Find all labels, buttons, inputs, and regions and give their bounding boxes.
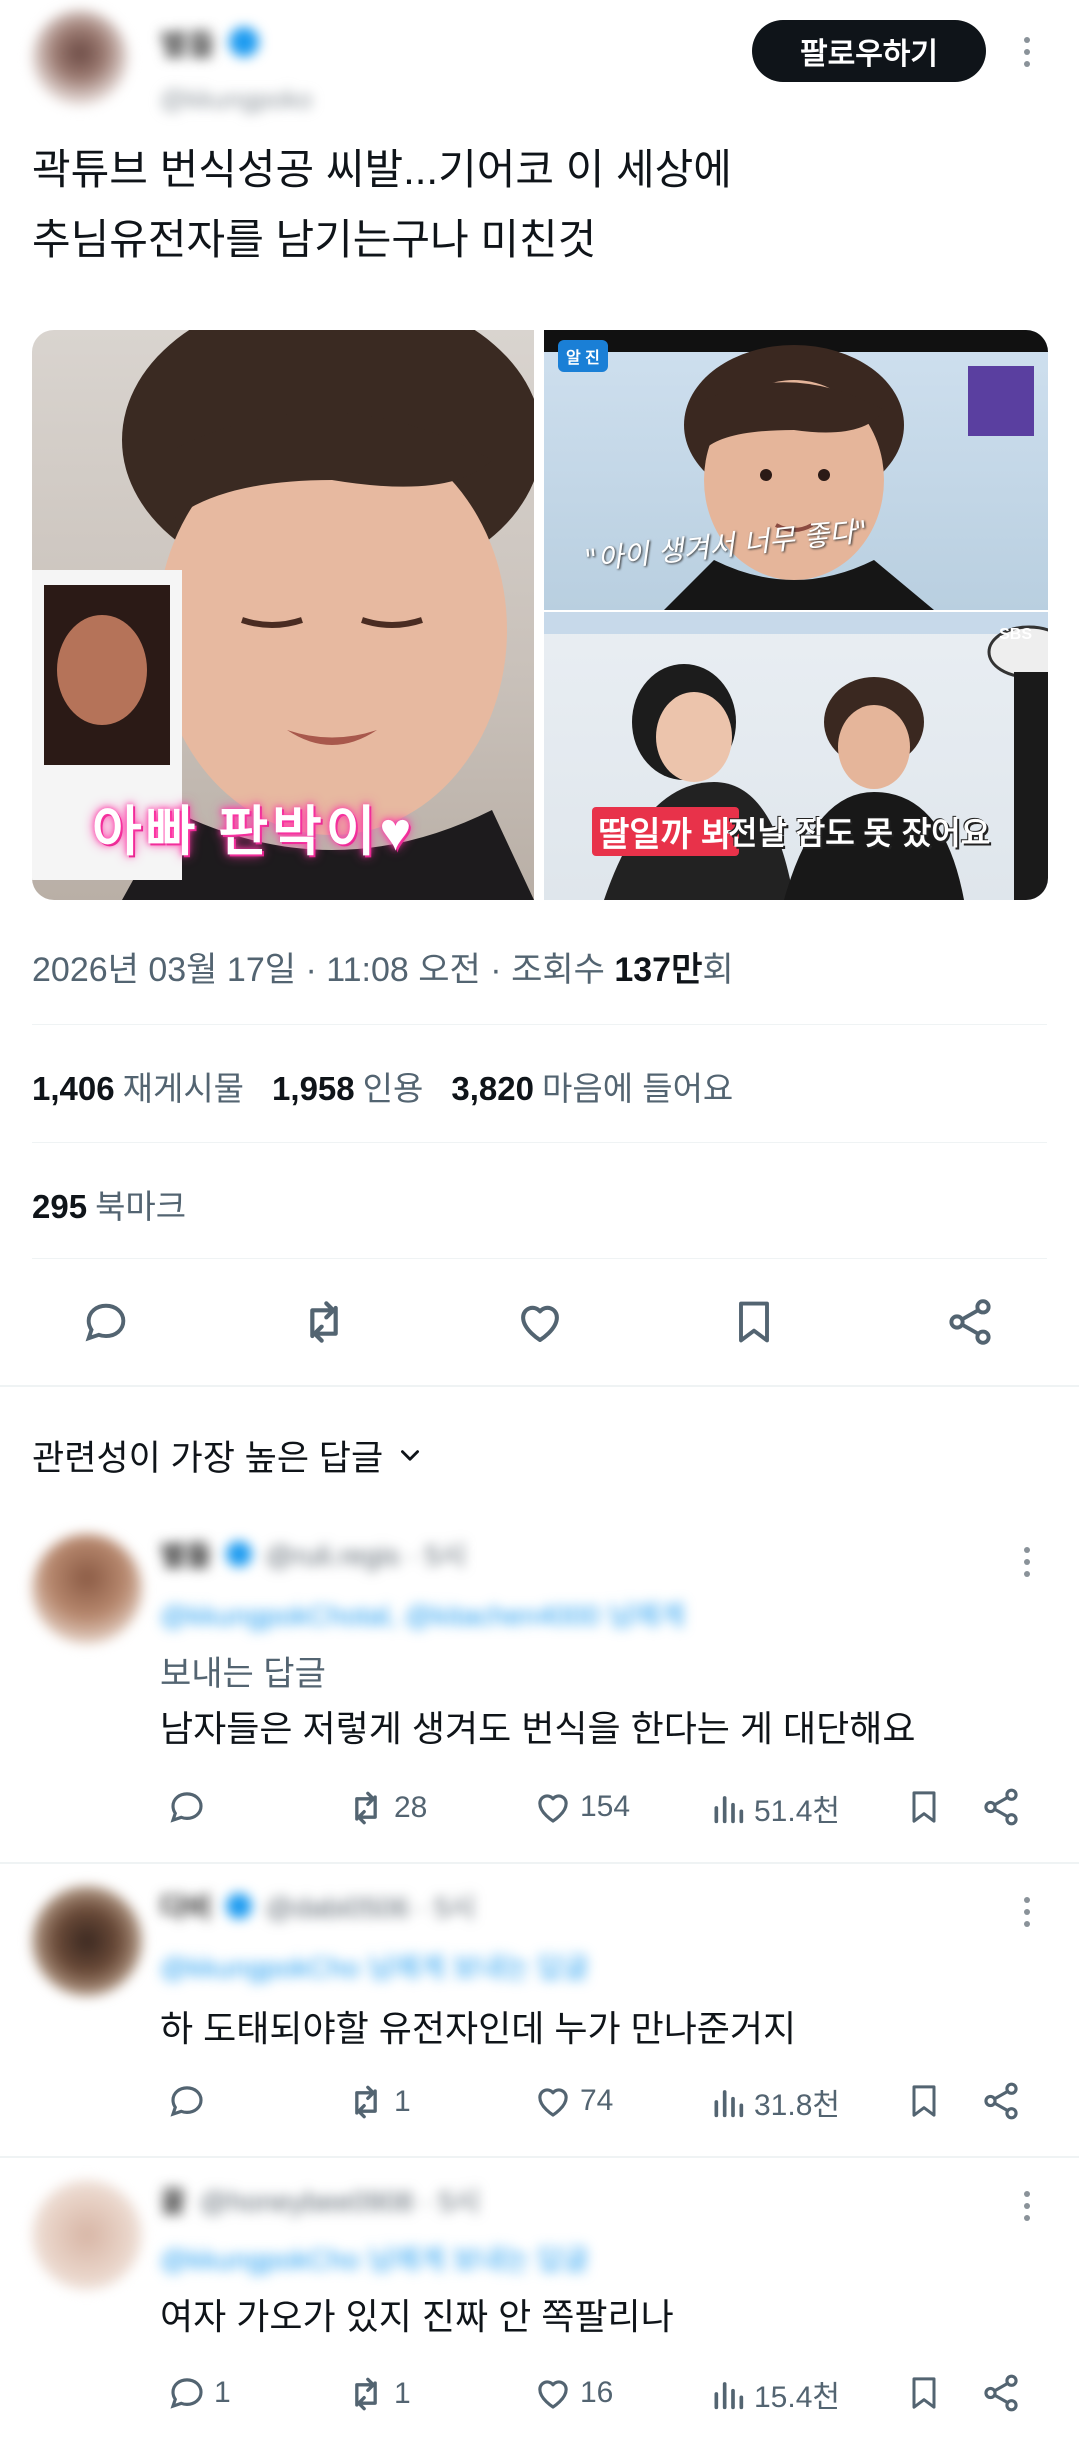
tweet-date[interactable]: 2026년 03월 17일	[32, 951, 296, 989]
media-image-right-bottom[interactable]: SBS 딸일까 봐 전날 잠도 못 잤어요	[544, 612, 1048, 900]
reply-action-bar: 1 74 31.8천	[160, 2080, 1079, 2124]
divider	[32, 1258, 1047, 1259]
views-label: 조회수	[511, 951, 605, 989]
media-left-caption: 아빠 판박이♥	[92, 802, 416, 862]
likes-stat[interactable]: 3,820 마음에 들어요	[451, 1062, 733, 1110]
author-block[interactable]: 별들 @kkungpoko	[160, 20, 312, 115]
section-divider	[0, 1385, 1079, 1387]
share-icon[interactable]	[980, 2080, 1022, 2122]
reply-view-count: 15.4천	[754, 2381, 840, 2414]
reply-icon[interactable]: 1	[166, 2372, 231, 2414]
like-icon[interactable]: 16	[532, 2372, 613, 2414]
author-handle[interactable]: @kkungpoko	[160, 84, 312, 115]
reply-retweet-count: 1	[394, 2377, 411, 2410]
follow-button[interactable]: 팔로우하기	[752, 20, 986, 82]
reply-icon[interactable]	[166, 1786, 214, 1828]
retweet-icon[interactable]: 1	[344, 2372, 411, 2416]
quotes-stat[interactable]: 1,958 인용	[272, 1062, 423, 1110]
media-image-left[interactable]: 아빠 판박이♥	[32, 330, 534, 900]
reply-view-count: 31.8천	[754, 2089, 840, 2122]
reply-more-icon[interactable]	[1012, 1890, 1042, 1934]
reply-item[interactable]: 다비 @dabi0506 · 5시 @kkungpokCho 님에게 보내는 답…	[0, 1864, 1079, 2156]
reply-like-count: 74	[580, 2084, 614, 2117]
reply-text: 하 도태되야할 유전자인데 누가 만나준거지	[160, 2008, 797, 2049]
like-icon[interactable]	[508, 1290, 572, 1354]
retweet-icon[interactable]: 28	[344, 1786, 427, 1830]
media-right-bottom-caption-white: 전날 잠도 못 잤어요	[728, 815, 991, 851]
tweet-text-line-1: 곽튜브 번식성공 씨발...기어코 이 세상에	[32, 146, 732, 193]
reply-text: 남자들은 저렇게 생겨도 번식을 한다는 게 대단해요	[160, 1708, 916, 1749]
reply-icon[interactable]	[166, 2080, 214, 2122]
reply-mentions[interactable]: @kkungpokCho 님에게 보내는 답글	[160, 2238, 589, 2278]
reply-mentions[interactable]: @kkungpokChotal, @kitachen4000 님에게	[160, 1594, 685, 1634]
reply-sub-label: 보내는 답글	[160, 1655, 326, 1693]
bookmark-icon[interactable]	[904, 2372, 944, 2414]
reply-retweet-count: 28	[394, 1791, 428, 1824]
replies-sort-label: 관련성이 가장 높은 답글	[32, 1439, 384, 1478]
divider	[32, 1142, 1047, 1143]
divider	[32, 1024, 1047, 1025]
reply-action-bar: 1 1 16 15.4천	[160, 2372, 1079, 2416]
reply-header: 꿀 @honeybee0908 · 5시	[160, 2186, 480, 2217]
views-icon[interactable]: 31.8천	[708, 2080, 840, 2124]
views-value: 137만	[614, 951, 703, 989]
chevron-down-icon	[401, 1449, 420, 1461]
bookmarks-stat[interactable]: 295 북마크	[32, 1180, 186, 1228]
tweet-action-bar	[0, 1290, 1079, 1358]
broadcaster-logo: SBS	[999, 626, 1032, 643]
media-right-bottom-caption-red: 딸일까 봐	[592, 807, 739, 856]
retweets-stat[interactable]: 1,406 재게시물	[32, 1062, 244, 1110]
reply-text: 여자 가오가 있지 진짜 안 쪽팔리나	[160, 2296, 674, 2337]
replies-sort-dropdown[interactable]: 관련성이 가장 높은 답글	[32, 1430, 423, 1481]
like-icon[interactable]: 154	[532, 1786, 630, 1828]
reply-item[interactable]: 꿀 @honeybee0908 · 5시 @kkungpokCho 님에게 보내…	[0, 2158, 1079, 2439]
reply-avatar[interactable]	[32, 1534, 142, 1644]
tweet-meta: 2026년 03월 17일 · 11:08 오전 · 조회수 137만회	[32, 951, 734, 989]
reply-retweet-count: 1	[394, 2085, 411, 2118]
share-icon[interactable]	[938, 1290, 1002, 1354]
reply-icon[interactable]	[74, 1290, 138, 1354]
tweet-text-line-2: 추님유전자를 남기는구나 미친것	[32, 216, 597, 263]
share-icon[interactable]	[980, 1786, 1022, 1828]
like-icon[interactable]: 74	[532, 2080, 613, 2122]
more-options-icon[interactable]	[1012, 30, 1042, 74]
verified-badge-icon	[225, 1893, 252, 1919]
views-icon[interactable]: 15.4천	[708, 2372, 840, 2416]
reply-more-icon[interactable]	[1012, 1540, 1042, 1584]
reply-item[interactable]: 별들 @ruli.regis · 5시 @kkungpokChotal, @ki…	[0, 1500, 1079, 1860]
verified-badge-icon	[225, 1541, 252, 1567]
bookmark-icon[interactable]	[904, 2080, 944, 2122]
reply-mentions[interactable]: @kkungpokCho 님에게 보내는 답글	[160, 1946, 589, 1986]
reply-like-count: 16	[580, 2376, 614, 2409]
reply-avatar[interactable]	[32, 1886, 142, 1996]
retweet-icon[interactable]: 1	[344, 2080, 411, 2124]
media-image-right-top[interactable]: 알 진 "아이 생겨서 너무 좋다"	[544, 330, 1048, 610]
reply-like-count: 154	[580, 1790, 631, 1823]
retweet-icon[interactable]	[292, 1290, 356, 1354]
author-avatar[interactable]	[32, 10, 128, 106]
reply-header: 별들 @ruli.regis · 5시	[160, 1540, 466, 1571]
views-icon[interactable]: 51.4천	[708, 1786, 840, 1830]
views-unit: 회	[702, 951, 734, 989]
author-name[interactable]: 별들	[160, 20, 215, 64]
verified-badge-icon	[229, 27, 260, 57]
bookmark-icon[interactable]	[722, 1290, 786, 1354]
reply-action-bar: 28 154 51.4천	[160, 1786, 1079, 1830]
reply-header: 다비 @dabi0506 · 5시	[160, 1892, 476, 1923]
tweet-text: 곽튜브 번식성공 씨발...기어코 이 세상에 추님유전자를 남기는구나 미친것	[32, 135, 1042, 275]
reply-view-count: 51.4천	[754, 1795, 840, 1828]
reply-avatar[interactable]	[32, 2180, 142, 2290]
reply-reply-count: 1	[214, 2376, 231, 2409]
tweet-time[interactable]: 11:08 오전	[326, 951, 481, 989]
bookmark-icon[interactable]	[904, 1786, 944, 1828]
program-badge: 알 진	[558, 340, 608, 372]
reply-more-icon[interactable]	[1012, 2184, 1042, 2228]
engagement-stats: 1,406 재게시물 1,958 인용 3,820 마음에 들어요	[32, 1062, 733, 1110]
share-icon[interactable]	[980, 2372, 1022, 2414]
